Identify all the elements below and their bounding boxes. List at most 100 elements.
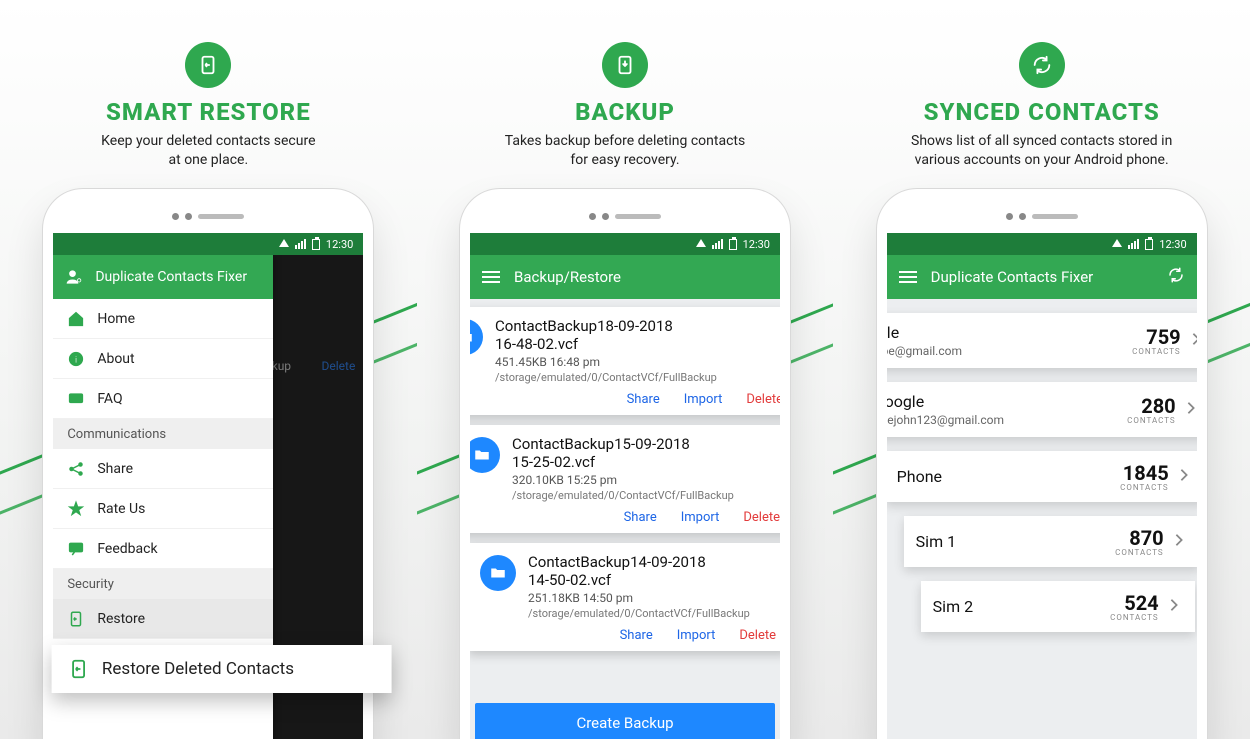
import-action[interactable]: Import (684, 392, 723, 407)
backup-path: /storage/emulated/0/ContactVCf/FullBacku… (512, 489, 734, 502)
backup-card[interactable]: ContactBackup14-09-201814-50-02.vcf 251.… (470, 543, 780, 651)
account-count: 759 (1132, 325, 1181, 349)
nav-share[interactable]: Share (53, 449, 273, 489)
panel-subtitle: Takes backup before deleting contactsfor… (505, 132, 745, 170)
contacts-label: CONTACTS (1110, 613, 1159, 622)
share-action[interactable]: Share (620, 628, 653, 643)
account-email: john.doe@gmail.com (887, 344, 1133, 358)
backup-filename: ContactBackup14-09-201814-50-02.vcf (528, 553, 750, 589)
sync-icon (1019, 42, 1065, 88)
chevron-right-icon (1169, 597, 1183, 616)
folder-icon (470, 319, 483, 355)
nav-section-security: Security (53, 569, 273, 599)
backup-path: /storage/emulated/0/ContactVCf/FullBacku… (495, 371, 717, 384)
nav-feedback[interactable]: Feedback (53, 529, 273, 569)
status-bar: 12:30 (887, 233, 1197, 255)
menu-icon[interactable] (482, 271, 500, 283)
nav-rate[interactable]: Rate Us (53, 489, 273, 529)
panel-smart-restore: SMART RESTORE Keep your deleted contacts… (0, 0, 417, 739)
backup-top-icon (602, 42, 648, 88)
chevron-right-icon (1191, 331, 1197, 350)
appbar-title: Backup/Restore (514, 268, 768, 286)
account-name: Google (887, 392, 1128, 411)
phone-speaker (53, 199, 363, 233)
app-bar: Backup/Restore (470, 255, 780, 299)
delete-action[interactable]: Delete (743, 510, 780, 525)
account-card[interactable]: Phone 1845CONTACTS (887, 451, 1197, 502)
panel-subtitle: Keep your deleted contacts secureat one … (101, 132, 315, 170)
refresh-icon[interactable] (1167, 266, 1185, 288)
panel-backup: BACKUP Takes backup before deleting cont… (417, 0, 834, 739)
phone-speaker (470, 199, 780, 233)
account-name: Google (887, 323, 1133, 342)
restore-callout[interactable]: Restore Deleted Contacts (52, 645, 392, 693)
panel-synced-contacts: SYNCED CONTACTS Shows list of all synced… (833, 0, 1250, 739)
account-count: 524 (1110, 591, 1159, 615)
import-action[interactable]: Import (677, 628, 716, 643)
account-name: Phone (897, 467, 1121, 486)
panel-title: SYNCED CONTACTS (924, 98, 1160, 126)
account-count: 280 (1127, 394, 1176, 418)
chevron-right-icon (1186, 400, 1197, 419)
chevron-right-icon (1174, 532, 1188, 551)
import-action[interactable]: Import (681, 510, 720, 525)
menu-icon[interactable] (899, 271, 917, 283)
app-bar: Duplicate Contacts Fixer (887, 255, 1197, 299)
account-card[interactable]: Sim 2 524CONTACTS (921, 581, 1195, 632)
chevron-right-icon (1179, 467, 1193, 486)
star-icon (67, 500, 85, 518)
panel-title: SMART RESTORE (106, 98, 311, 126)
restore-icon (68, 658, 90, 680)
account-card[interactable]: Sim 1 870CONTACTS (904, 516, 1197, 567)
restore-icon (185, 42, 231, 88)
backup-card[interactable]: ContactBackup18-09-201816-48-02.vcf 451.… (470, 307, 780, 415)
share-icon (67, 460, 85, 478)
feedback-icon (67, 540, 85, 558)
nav-restore[interactable]: Restore (53, 599, 273, 639)
account-count: 870 (1115, 526, 1164, 550)
status-time: 12:30 (743, 238, 770, 251)
delete-action[interactable]: Delete (746, 392, 780, 407)
phone-mock: 12:30 Backup/Restore ContactBackup18-09-… (460, 189, 790, 739)
contacts-label: CONTACTS (1120, 483, 1169, 492)
nav-faq[interactable]: FAQ (53, 379, 273, 419)
panel-subtitle: Shows list of all synced contacts stored… (911, 132, 1172, 170)
phone-speaker (887, 199, 1197, 233)
share-action[interactable]: Share (624, 510, 657, 525)
faq-icon (67, 390, 85, 408)
account-card[interactable]: Google john.doe@gmail.com 759CONTACTS (887, 313, 1197, 368)
create-backup-button[interactable]: Create Backup (475, 703, 775, 739)
account-name: Sim 1 (916, 532, 1116, 551)
status-bar: 12:30 (470, 233, 780, 255)
nav-section-communications: Communications (53, 419, 273, 449)
account-email: doejohn123@gmail.com (887, 413, 1128, 427)
account-count: 1845 (1120, 461, 1169, 485)
nav-home[interactable]: Home (53, 299, 273, 339)
share-action[interactable]: Share (627, 392, 660, 407)
status-time: 12:30 (1159, 238, 1186, 251)
folder-icon (470, 437, 500, 473)
backup-path: /storage/emulated/0/ContactVCf/FullBacku… (528, 607, 750, 620)
backup-filename: ContactBackup18-09-201816-48-02.vcf (495, 317, 717, 353)
home-icon (67, 310, 85, 328)
panel-title: BACKUP (575, 98, 675, 126)
nav-about[interactable]: iAbout (53, 339, 273, 379)
status-time: 12:30 (326, 238, 353, 251)
restore-small-icon (67, 610, 85, 628)
appbar-title: Duplicate Contacts Fixer (931, 268, 1153, 286)
backup-filename: ContactBackup15-09-201815-25-02.vcf (512, 435, 734, 471)
folder-icon (480, 555, 516, 591)
delete-action[interactable]: Delete (739, 628, 776, 643)
contacts-label: CONTACTS (1132, 347, 1181, 356)
phone-mock: 12:30 Duplicate Contacts Fixer Google joh… (877, 189, 1207, 739)
backup-size: 251.18KB 14:50 pm (528, 591, 750, 605)
backup-size: 451.45KB 16:48 pm (495, 355, 717, 369)
backup-size: 320.10KB 15:25 pm (512, 473, 734, 487)
contacts-label: CONTACTS (1115, 548, 1164, 557)
info-icon: i (67, 350, 85, 368)
backup-card[interactable]: ContactBackup15-09-201815-25-02.vcf 320.… (470, 425, 780, 533)
drawer-header: Duplicate Contacts Fixer (53, 255, 273, 299)
status-bar: 12:30 (53, 233, 363, 255)
contacts-label: CONTACTS (1127, 416, 1176, 425)
account-card[interactable]: Google doejohn123@gmail.com 280CONTACTS (887, 382, 1197, 437)
